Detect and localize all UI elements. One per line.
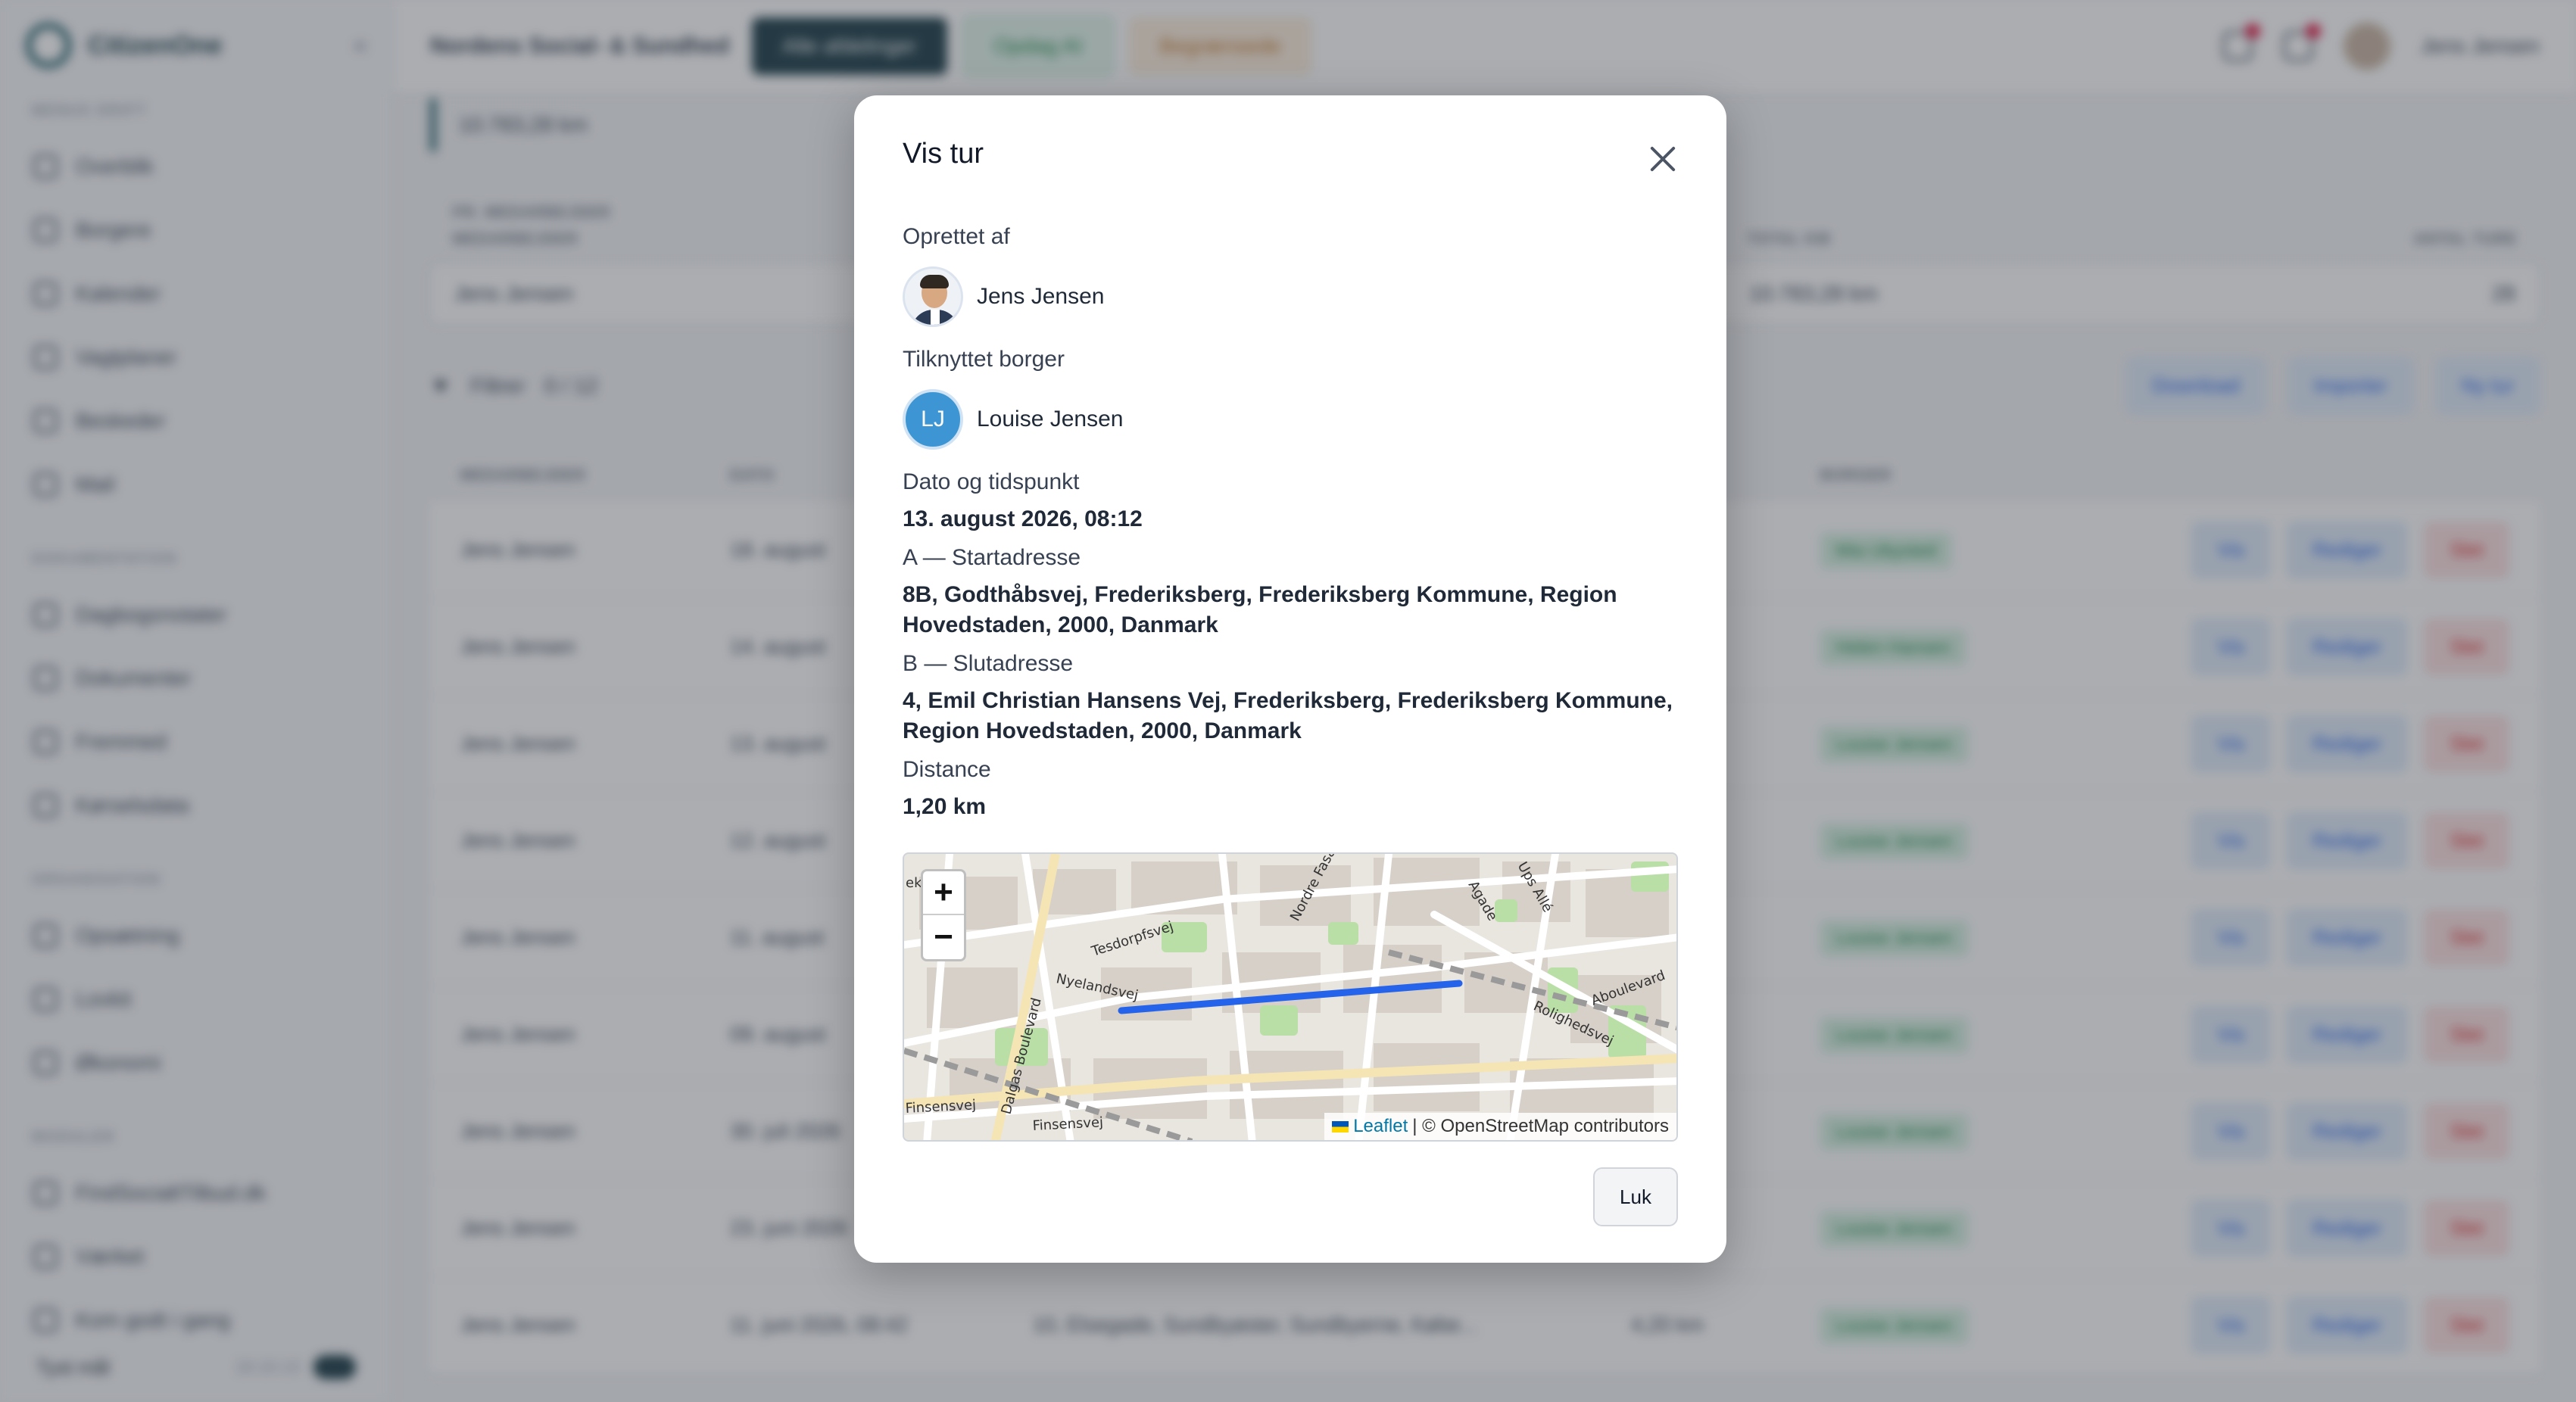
start-address-label: A — Startadresse bbox=[903, 545, 1081, 570]
close-button[interactable]: Luk bbox=[1593, 1167, 1678, 1226]
view-trip-modal: Vis tur Oprettet af Jens Jensen Tilknytt… bbox=[854, 95, 1726, 1263]
datetime-value: 13. august 2026, 08:12 bbox=[903, 506, 1143, 531]
route-map[interactable]: Tesdorpfsvej Nyelandsvej Dalgas Boulevar… bbox=[903, 852, 1678, 1142]
leaflet-link[interactable]: Leaflet bbox=[1353, 1116, 1408, 1137]
map-tiles: Tesdorpfsvej Nyelandsvej Dalgas Boulevar… bbox=[904, 854, 1676, 1140]
ukraine-flag-icon bbox=[1332, 1120, 1349, 1133]
avatar-hair bbox=[920, 275, 949, 288]
created-by-label: Oprettet af bbox=[903, 224, 1010, 249]
osm-attribution[interactable]: | © OpenStreetMap contributors bbox=[1412, 1116, 1669, 1137]
datetime-label: Dato og tidspunkt bbox=[903, 469, 1080, 494]
zoom-out-button[interactable]: − bbox=[923, 915, 964, 959]
distance-value: 1,20 km bbox=[903, 794, 987, 819]
linked-citizen: LJ Louise Jensen bbox=[903, 389, 1678, 450]
modal-title: Vis tur bbox=[903, 138, 984, 170]
linked-citizen-name: Louise Jensen bbox=[977, 407, 1124, 432]
close-icon[interactable] bbox=[1648, 144, 1678, 174]
zoom-in-button[interactable]: + bbox=[923, 871, 964, 915]
distance-label: Distance bbox=[903, 757, 991, 782]
created-by-name: Jens Jensen bbox=[977, 284, 1105, 309]
citizen-initials-avatar: LJ bbox=[903, 389, 963, 450]
end-address-value: 4, Emil Christian Hansens Vej, Frederiks… bbox=[903, 688, 1673, 743]
map-zoom-control: + − bbox=[921, 869, 966, 961]
modal-body: Oprettet af Jens Jensen Tilknyttet borge… bbox=[903, 226, 1678, 822]
end-address-label: B — Slutadresse bbox=[903, 651, 1074, 676]
avatar bbox=[903, 266, 963, 327]
avatar-shirt bbox=[931, 310, 940, 325]
start-address-value: 8B, Godthåbsvej, Frederiksberg, Frederik… bbox=[903, 582, 1617, 637]
created-by-person: Jens Jensen bbox=[903, 266, 1678, 327]
linked-citizen-label: Tilknyttet borger bbox=[903, 347, 1065, 372]
map-attribution: Leaflet | © OpenStreetMap contributors bbox=[1324, 1113, 1676, 1140]
